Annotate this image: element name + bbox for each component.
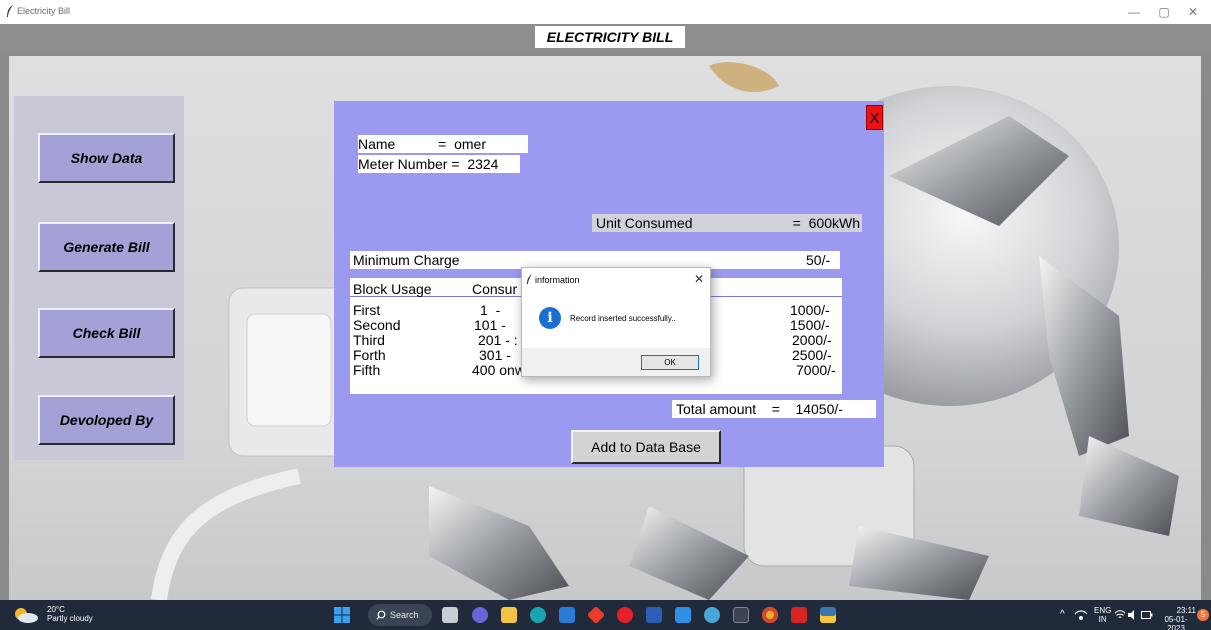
feather-app-icon: [527, 274, 532, 284]
chrome-icon[interactable]: [762, 607, 778, 623]
meter-number-label: Meter Number = 2324: [358, 155, 520, 173]
wifi-icon[interactable]: [1114, 609, 1126, 621]
edge-icon[interactable]: [530, 607, 546, 623]
language-code: ENG: [1094, 606, 1112, 615]
block-usage-header: Block Usage: [353, 281, 432, 297]
clock-date: 05-01-2023: [1164, 615, 1188, 630]
photos-icon[interactable]: [704, 607, 720, 623]
weather-temp: 20°C: [47, 605, 65, 614]
row-amount: 7000/-: [796, 362, 836, 378]
dialog-close-button[interactable]: ✕: [694, 272, 704, 286]
search-icon: [376, 610, 386, 620]
info-icon: i: [539, 307, 561, 329]
row-amount: 1500/-: [790, 317, 830, 333]
app-header-title: ELECTRICITY BILL: [535, 26, 685, 48]
windows-start-icon[interactable]: [334, 607, 350, 623]
unit-consumed-label: Unit Consumed: [592, 214, 772, 232]
row-amount: 2000/-: [792, 332, 832, 348]
clock[interactable]: 23:11 05-01-2023: [1156, 606, 1196, 630]
python-icon[interactable]: [820, 607, 836, 623]
store-icon[interactable]: [559, 607, 575, 623]
show-data-button[interactable]: Show Data: [38, 133, 175, 183]
terminal-icon[interactable]: [733, 607, 749, 623]
teams-chat-icon[interactable]: [472, 607, 488, 623]
task-view-icon[interactable]: [442, 607, 458, 623]
generate-bill-button[interactable]: Generate Bill: [38, 222, 175, 272]
maximize-button[interactable]: ▢: [1152, 3, 1176, 21]
check-bill-button[interactable]: Check Bill: [38, 308, 175, 358]
close-window-button[interactable]: ✕: [1181, 3, 1205, 21]
weather-icon[interactable]: [10, 606, 40, 624]
row-name: Second: [353, 317, 401, 333]
battery-icon[interactable]: [1141, 610, 1153, 620]
dialog-message: Record inserted successfully..: [570, 314, 676, 323]
total-amount-label: Total amount = 14050/-: [672, 400, 876, 418]
row-amount: 1000/-: [790, 302, 830, 318]
clock-time: 23:11: [1176, 606, 1196, 615]
window-title: Electricity Bill: [17, 6, 71, 16]
row-range: 201 - :: [478, 332, 518, 348]
show-hidden-icons-button[interactable]: ^: [1060, 610, 1065, 620]
file-explorer-icon[interactable]: [501, 607, 517, 623]
network-status-icon[interactable]: [1074, 609, 1088, 621]
name-label: Name = omer: [358, 135, 528, 153]
ok-button[interactable]: OK: [641, 355, 699, 370]
acrobat-icon[interactable]: [791, 607, 807, 623]
minimum-charge-value: 50/-: [806, 252, 831, 268]
region-code: IN: [1098, 615, 1107, 624]
close-bill-button[interactable]: X: [866, 105, 883, 130]
unit-consumed-value: = 600kWh: [772, 214, 862, 232]
add-to-database-button[interactable]: Add to Data Base: [571, 430, 721, 464]
opera-icon[interactable]: [617, 607, 633, 623]
minimize-button[interactable]: —: [1122, 3, 1146, 21]
row-name: Fifth: [353, 362, 381, 378]
dialog-title: information: [535, 275, 580, 285]
taskbar-search-box[interactable]: Search: [368, 604, 432, 626]
taskbar: [0, 600, 1211, 630]
vscode-icon[interactable]: [675, 607, 691, 623]
consumed-header: Consur: [472, 281, 518, 297]
app-header: ELECTRICITY BILL: [0, 24, 1211, 52]
notification-badge[interactable]: 5: [1197, 609, 1209, 621]
word-icon[interactable]: [646, 607, 662, 623]
window-titlebar: Electricity Bill: [0, 0, 1211, 24]
row-range: 1 -: [480, 302, 501, 318]
row-range: 301 -: [479, 347, 515, 363]
language-indicator[interactable]: ENG IN: [1094, 606, 1111, 624]
weather-desc: Partly cloudy: [47, 614, 93, 623]
search-label: Search: [390, 610, 419, 620]
developed-by-button[interactable]: Devoloped By: [38, 395, 175, 445]
weather-widget[interactable]: 20°C Partly cloudy: [47, 605, 93, 623]
feather-app-icon: [7, 5, 13, 17]
row-name: First: [353, 302, 381, 318]
row-name: Third: [353, 332, 385, 348]
row-name: Forth: [353, 347, 386, 363]
row-amount: 2500/-: [792, 347, 832, 363]
row-range: 101 -: [474, 317, 506, 333]
information-dialog: information ✕ i Record inserted successf…: [521, 267, 711, 377]
volume-icon[interactable]: [1128, 609, 1138, 621]
